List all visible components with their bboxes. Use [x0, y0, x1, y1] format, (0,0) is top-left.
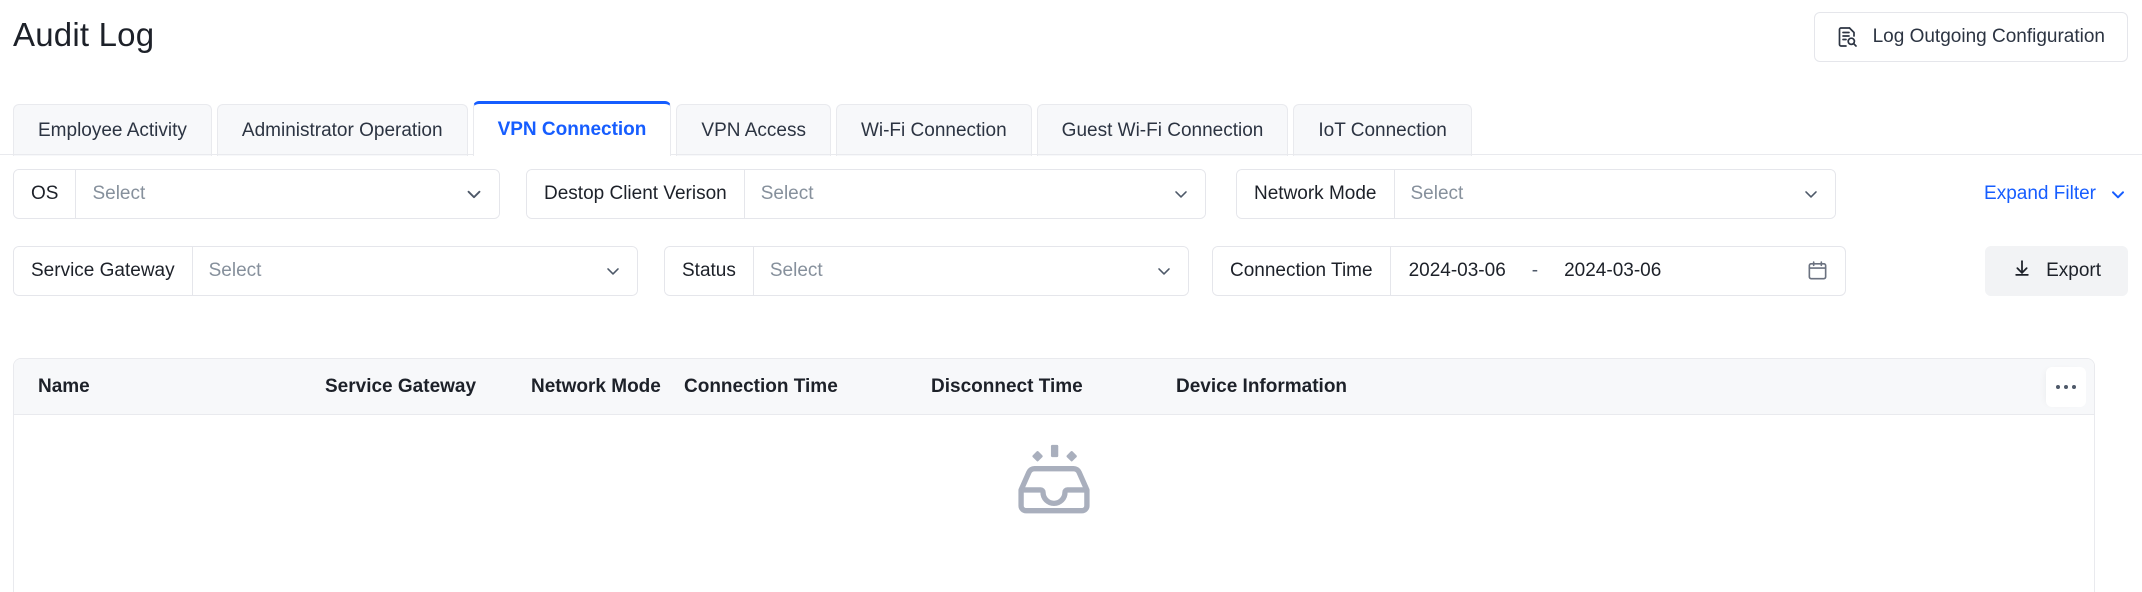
column-header-device-information[interactable]: Device Information: [1176, 359, 1347, 415]
column-header-service-gateway[interactable]: Service Gateway: [325, 359, 476, 415]
tab-label: Guest Wi-Fi Connection: [1061, 119, 1264, 141]
tab-administrator-operation[interactable]: Administrator Operation: [216, 104, 468, 156]
log-outgoing-configuration-label: Log Outgoing Configuration: [1872, 26, 2105, 47]
column-header-network-mode[interactable]: Network Mode: [531, 359, 661, 415]
tab-bar[interactable]: Employee Activity Administrator Operatio…: [13, 101, 1472, 156]
table-vertical-scrollbar[interactable]: [2084, 471, 2094, 592]
filter-panel: OS Select Destop Client Verison Select N…: [0, 155, 2142, 309]
column-header-connection-time[interactable]: Connection Time: [684, 359, 838, 415]
tab-label: Employee Activity: [38, 119, 187, 141]
empty-inbox-icon: [1018, 444, 1090, 514]
column-settings-button[interactable]: [2046, 366, 2086, 407]
filter-network-mode-placeholder: Select: [1410, 182, 1464, 204]
chevron-down-icon: [603, 261, 623, 281]
audit-log-page: Audit Log Log Outgoing Configuration Emp…: [0, 0, 2142, 592]
filter-desktop-client-version-placeholder: Select: [760, 182, 814, 204]
date-range-end[interactable]: 2024-03-06: [1564, 260, 1661, 282]
more-options-icon: [2056, 384, 2076, 389]
tab-vpn-access[interactable]: VPN Access: [676, 104, 831, 156]
tab-iot-connection[interactable]: IoT Connection: [1293, 104, 1472, 156]
chevron-down-icon: [1171, 184, 1191, 204]
filter-status-label: Status: [665, 246, 754, 295]
document-search-icon: [1835, 25, 1859, 49]
chevron-down-icon: [1801, 184, 1821, 204]
filter-connection-time-label: Connection Time: [1213, 246, 1391, 295]
export-label: Export: [2046, 259, 2101, 281]
calendar-icon: [1806, 259, 1829, 282]
download-arrow-icon: [2012, 258, 2032, 284]
filter-desktop-client-version-label: Destop Client Verison: [527, 169, 745, 218]
filter-status[interactable]: Status Select: [664, 245, 1189, 296]
filter-network-mode-select[interactable]: Select: [1394, 169, 1835, 218]
log-outgoing-configuration-button[interactable]: Log Outgoing Configuration: [1813, 12, 2128, 62]
chevron-down-icon: [463, 183, 485, 205]
filter-row-2: Service Gateway Select Status Select Con…: [0, 232, 2142, 309]
tab-label: VPN Connection: [497, 119, 647, 140]
filter-network-mode[interactable]: Network Mode Select: [1236, 168, 1836, 219]
filter-service-gateway-placeholder: Select: [208, 259, 262, 281]
chevron-down-icon: [2108, 184, 2128, 204]
filter-os-placeholder: Select: [92, 182, 146, 204]
filter-status-select[interactable]: Select: [753, 246, 1188, 295]
filter-service-gateway[interactable]: Service Gateway Select: [13, 245, 638, 296]
tab-wifi-connection[interactable]: Wi-Fi Connection: [835, 104, 1032, 156]
tab-label: Administrator Operation: [241, 119, 443, 141]
chevron-down-icon: [1154, 261, 1174, 281]
tab-guest-wifi-connection[interactable]: Guest Wi-Fi Connection: [1036, 104, 1289, 156]
tab-label: VPN Access: [701, 119, 806, 141]
filter-connection-time[interactable]: Connection Time 2024-03-06 - 2024-03-06: [1212, 245, 1846, 296]
expand-filter-label: Expand Filter: [1984, 182, 2096, 204]
filter-row-1: OS Select Destop Client Verison Select N…: [0, 155, 2142, 232]
empty-state: [14, 442, 2094, 516]
date-range-start[interactable]: 2024-03-06: [1409, 260, 1506, 282]
filter-status-placeholder: Select: [769, 259, 823, 281]
column-header-name[interactable]: Name: [38, 359, 90, 415]
table-header-row: Name Service Gateway Network Mode Connec…: [14, 359, 2094, 415]
filter-desktop-client-version[interactable]: Destop Client Verison Select: [526, 168, 1206, 219]
filter-os[interactable]: OS Select: [13, 168, 500, 219]
filter-desktop-client-version-select[interactable]: Select: [744, 169, 1205, 218]
page-header: Audit Log Log Outgoing Configuration: [0, 0, 2142, 78]
tab-label: Wi-Fi Connection: [860, 119, 1007, 141]
tab-label: IoT Connection: [1318, 119, 1447, 141]
tab-employee-activity[interactable]: Employee Activity: [13, 104, 212, 156]
filter-service-gateway-label: Service Gateway: [14, 246, 193, 295]
audit-log-table: Name Service Gateway Network Mode Connec…: [13, 358, 2095, 592]
table-body: [14, 415, 2094, 592]
column-header-disconnect-time[interactable]: Disconnect Time: [931, 359, 1083, 415]
filter-network-mode-label: Network Mode: [1237, 169, 1395, 218]
expand-filter-button[interactable]: Expand Filter: [1984, 183, 2128, 205]
filter-service-gateway-select[interactable]: Select: [192, 246, 637, 295]
export-button[interactable]: Export: [1985, 245, 2128, 296]
filter-os-select[interactable]: Select: [76, 169, 499, 218]
date-range-separator: -: [1531, 259, 1539, 281]
page-title: Audit Log: [13, 16, 155, 53]
filter-os-label: OS: [14, 169, 77, 218]
tab-vpn-connection[interactable]: VPN Connection: [472, 101, 672, 156]
connection-time-daterange[interactable]: 2024-03-06 - 2024-03-06: [1391, 247, 1845, 295]
